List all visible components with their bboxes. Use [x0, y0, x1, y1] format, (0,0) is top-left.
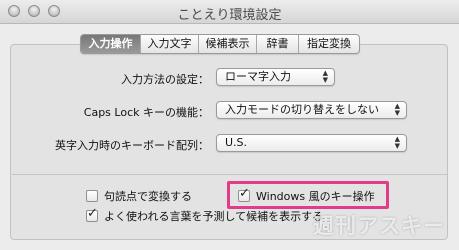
punctuation-convert-checkbox[interactable]: 句読点で変換する	[86, 188, 192, 204]
checkmark-icon: ✓	[239, 186, 250, 201]
tab-bar: 入力操作 入力文字 候補表示 辞書 指定変換	[80, 34, 360, 54]
predictive-candidates-label: よく使われる言葉を予測して候補を表示する	[104, 210, 324, 223]
keyboard-layout-popup[interactable]: U.S. ▲ ▼	[216, 134, 407, 152]
tab-candidate-display[interactable]: 候補表示	[199, 35, 257, 53]
caps-lock-popup[interactable]: 入力モードの切り替えをしない ▲ ▼	[216, 101, 407, 119]
windows-keys-checkbox[interactable]: ✓ Windows 風のキー操作	[238, 186, 375, 204]
input-method-value: ローマ字入力	[225, 70, 291, 83]
input-method-label: 入力方法の設定：	[121, 73, 209, 86]
checkbox-box[interactable]	[86, 190, 98, 202]
window-title: ことえり環境設定	[177, 8, 282, 23]
up-down-chevron-icon: ▲ ▼	[394, 135, 400, 150]
up-down-chevron-icon: ▲ ▼	[322, 69, 328, 84]
tab-input-operation[interactable]: 入力操作	[81, 35, 141, 53]
tab-specified-conversion[interactable]: 指定変換	[299, 35, 359, 53]
checkbox-box[interactable]: ✓	[238, 186, 250, 202]
caps-lock-label: Caps Lock キーの機能：	[83, 106, 209, 119]
tab-dictionary[interactable]: 辞書	[257, 35, 299, 53]
title-bar: ことえり環境設定	[0, 0, 459, 24]
watermark: 週刊アスキー	[313, 214, 445, 238]
punctuation-convert-label: 句読点で変換する	[104, 190, 192, 203]
checkmark-icon: ✓	[87, 206, 98, 221]
checkbox-box[interactable]: ✓	[86, 206, 98, 222]
separator	[12, 174, 447, 175]
keyboard-layout-label: 英字入力時のキーボード配列：	[55, 139, 209, 152]
preferences-window: ことえり環境設定 入力操作 入力文字 候補表示 辞書 指定変換 入力方法の設定：…	[0, 0, 459, 250]
caps-lock-value: 入力モードの切り替えをしない	[225, 103, 379, 116]
tab-input-characters[interactable]: 入力文字	[141, 35, 199, 53]
up-down-chevron-icon: ▲ ▼	[394, 102, 400, 117]
predictive-candidates-checkbox[interactable]: ✓ よく使われる言葉を予測して候補を表示する	[86, 206, 324, 224]
input-method-popup[interactable]: ローマ字入力 ▲ ▼	[216, 68, 335, 86]
windows-keys-label: Windows 風のキー操作	[256, 190, 375, 203]
keyboard-layout-value: U.S.	[225, 136, 248, 149]
